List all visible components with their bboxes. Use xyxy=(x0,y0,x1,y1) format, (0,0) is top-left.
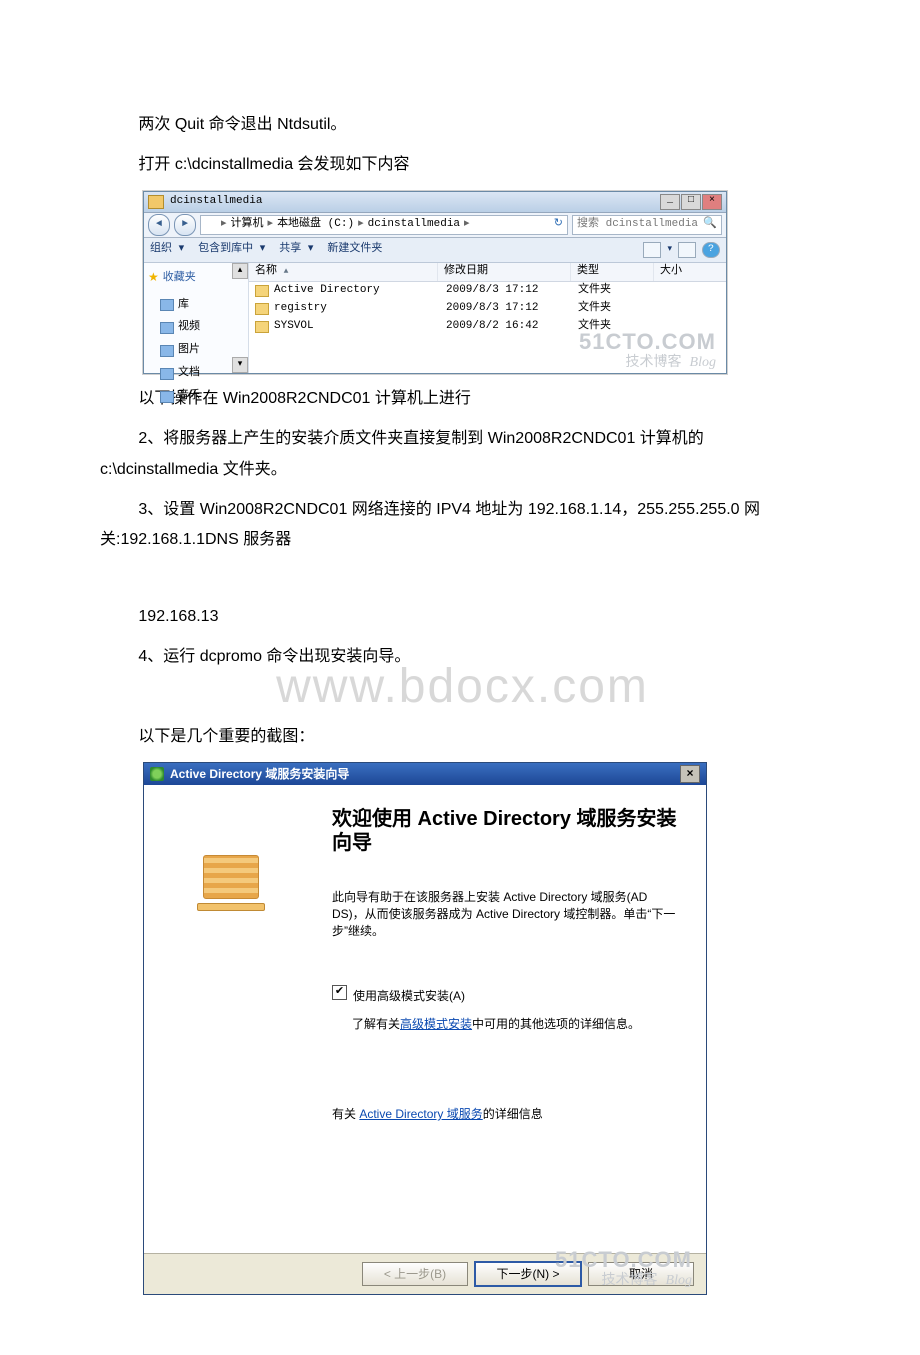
column-headers: 名称 ▲ 修改日期 类型 大小 xyxy=(249,263,726,282)
advanced-mode-description: 了解有关高级模式安装中可用的其他选项的详细信息。 xyxy=(352,1016,680,1033)
dialog-titlebar[interactable]: Active Directory 域服务安装向导 × xyxy=(144,763,706,785)
search-icon: 🔍 xyxy=(703,214,717,235)
address-bar: ◄ ► ▸ 计算机 ▸ 本地磁盘 (C:) ▸ dcinstallmedia ▸… xyxy=(144,213,726,238)
wizard-heading: 欢迎使用 Active Directory 域服务安装向导 xyxy=(332,807,680,855)
dialog-title: Active Directory 域服务安装向导 xyxy=(170,763,349,786)
column-date[interactable]: 修改日期 xyxy=(438,263,571,281)
view-options-icon[interactable] xyxy=(643,242,661,258)
nav-item-music[interactable]: 音乐 xyxy=(148,385,244,408)
ad-ds-install-wizard: Active Directory 域服务安装向导 × 欢迎使用 Active D… xyxy=(143,762,707,1295)
column-name[interactable]: 名称 ▲ xyxy=(249,263,438,281)
window-title: dcinstallmedia xyxy=(170,191,262,212)
nav-item-libraries[interactable]: 库 xyxy=(148,294,244,317)
search-input[interactable]: 搜索 dcinstallmedia 🔍 xyxy=(572,215,722,235)
breadcrumb[interactable]: ▸ 计算机 ▸ 本地磁盘 (C:) ▸ dcinstallmedia ▸ ↻ xyxy=(200,215,568,235)
wizard-banner xyxy=(144,785,318,1253)
sort-asc-icon: ▲ xyxy=(284,264,289,279)
breadcrumb-item[interactable]: 本地磁盘 (C:) xyxy=(277,214,354,235)
paragraph: 192.168.13 xyxy=(100,602,825,632)
toolbar: 组织 ▾ 包含到库中 ▾ 共享 ▾ 新建文件夹 ▾ ? xyxy=(144,238,726,263)
close-button[interactable]: × xyxy=(702,194,722,210)
close-button[interactable]: × xyxy=(680,765,700,783)
search-placeholder: 搜索 dcinstallmedia xyxy=(577,214,698,235)
help-icon[interactable]: ? xyxy=(702,242,720,258)
navigation-pane: ▴ ★ 收藏夹 库 视频 图片 文档 音乐 ▾ xyxy=(144,263,249,373)
back-button: < 上一步(B) xyxy=(362,1262,468,1286)
minimize-button[interactable]: _ xyxy=(660,194,680,210)
column-type[interactable]: 类型 xyxy=(571,263,654,281)
paragraph: 打开 c:\dcinstallmedia 会发现如下内容 xyxy=(100,150,825,180)
star-icon: ★ xyxy=(148,267,159,290)
wizard-footer: < 上一步(B) 下一步(N) > 取消 xyxy=(144,1253,706,1294)
scroll-up-button[interactable]: ▴ xyxy=(232,263,248,279)
folder-icon xyxy=(255,303,269,315)
folder-icon xyxy=(255,285,269,297)
folder-icon xyxy=(255,321,269,333)
column-size[interactable]: 大小 xyxy=(654,263,726,281)
scroll-down-button[interactable]: ▾ xyxy=(232,357,248,373)
window-titlebar[interactable]: dcinstallmedia _ □ × xyxy=(144,192,726,213)
wizard-description: 此向导有助于在该服务器上安装 Active Directory 域服务(AD D… xyxy=(332,889,680,939)
folder-icon xyxy=(148,195,164,209)
document-icon xyxy=(160,368,174,380)
file-row[interactable]: SYSVOL 2009/8/2 16:42 文件夹 xyxy=(249,318,726,336)
advanced-mode-checkbox[interactable]: ✔ xyxy=(332,985,347,1000)
paragraph: 3、设置 Win2008R2CNDC01 网络连接的 IPV4 地址为 192.… xyxy=(100,495,825,556)
file-explorer-window: dcinstallmedia _ □ × ◄ ► ▸ 计算机 ▸ 本地磁盘 (C… xyxy=(143,191,727,374)
paragraph: 2、将服务器上产生的安装介质文件夹直接复制到 Win2008R2CNDC01 计… xyxy=(100,424,825,485)
music-icon xyxy=(160,391,174,403)
nav-back-button[interactable]: ◄ xyxy=(148,214,170,236)
file-row[interactable]: registry 2009/8/3 17:12 文件夹 xyxy=(249,300,726,318)
book-illustration xyxy=(196,855,266,911)
file-row[interactable]: Active Directory 2009/8/3 17:12 文件夹 xyxy=(249,282,726,300)
advanced-mode-label: 使用高级模式安装(A) xyxy=(353,985,465,1008)
nav-item-pictures[interactable]: 图片 xyxy=(148,339,244,362)
paragraph: 两次 Quit 命令退出 Ntdsutil。 xyxy=(100,110,825,140)
nav-forward-button[interactable]: ► xyxy=(174,214,196,236)
paragraph: 4、运行 dcpromo 命令出现安装向导。 xyxy=(100,642,825,672)
paragraph: 以下是几个重要的截图： xyxy=(100,722,825,752)
toolbar-share[interactable]: 共享 ▾ xyxy=(279,239,313,260)
advanced-mode-link[interactable]: 高级模式安装 xyxy=(400,1017,472,1031)
toolbar-include[interactable]: 包含到库中 ▾ xyxy=(198,239,265,260)
refresh-icon[interactable]: ↻ xyxy=(554,214,563,235)
ad-ds-info: 有关 Active Directory 域服务的详细信息 xyxy=(332,1103,680,1126)
nav-item-documents[interactable]: 文档 xyxy=(148,362,244,385)
library-icon xyxy=(160,299,174,311)
breadcrumb-item[interactable]: dcinstallmedia xyxy=(368,214,460,235)
wizard-icon xyxy=(150,767,164,781)
chevron-down-icon[interactable]: ▾ xyxy=(667,241,672,258)
video-icon xyxy=(160,322,174,334)
folder-icon xyxy=(205,220,217,230)
file-list: 名称 ▲ 修改日期 类型 大小 Active Directory 2009/8/… xyxy=(249,263,726,373)
picture-icon xyxy=(160,345,174,357)
cancel-button[interactable]: 取消 xyxy=(588,1262,694,1286)
toolbar-newfolder[interactable]: 新建文件夹 xyxy=(327,239,382,260)
preview-pane-icon[interactable] xyxy=(678,242,696,258)
ad-ds-info-link[interactable]: Active Directory 域服务 xyxy=(359,1107,482,1121)
maximize-button[interactable]: □ xyxy=(681,194,701,210)
next-button[interactable]: 下一步(N) > xyxy=(474,1261,582,1287)
breadcrumb-item[interactable]: 计算机 xyxy=(231,214,264,235)
toolbar-organize[interactable]: 组织 ▾ xyxy=(150,239,184,260)
favorites-header[interactable]: ★ 收藏夹 xyxy=(148,267,244,290)
nav-item-videos[interactable]: 视频 xyxy=(148,316,244,339)
